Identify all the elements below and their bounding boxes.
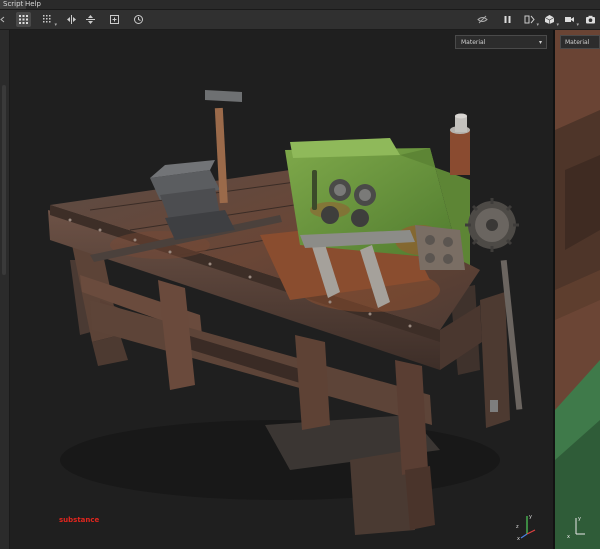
uv-axis-gizmo-icon: y x xyxy=(567,516,585,540)
uv-channel-select[interactable]: Material xyxy=(560,35,600,49)
svg-text:x: x xyxy=(517,536,520,540)
screenshot-icon[interactable] xyxy=(583,12,598,27)
camera-video-icon[interactable]: ▾ xyxy=(562,12,579,28)
grid-view-icon[interactable] xyxy=(16,12,31,27)
chevron-down-icon: ▾ xyxy=(538,39,542,46)
axis-gizmo-icon: y z x xyxy=(516,514,536,540)
2d-uv-viewport[interactable]: Material y x xyxy=(555,30,600,549)
svg-text:x: x xyxy=(567,534,570,540)
uv-texture-preview xyxy=(555,30,600,549)
fit-view-icon[interactable] xyxy=(107,12,122,27)
main-channel-select[interactable]: Material ▾ xyxy=(455,35,547,49)
flip-horizontal-icon[interactable] xyxy=(64,12,79,27)
substance-logo: substance xyxy=(59,516,100,524)
menu-help[interactable]: Help xyxy=(22,0,44,9)
menu-bar: Script Help xyxy=(0,0,600,10)
collapse-left-icon[interactable] xyxy=(0,12,6,27)
workbench-3d-model xyxy=(48,90,523,535)
3d-viewport[interactable]: Material ▾ substance y z x xyxy=(10,30,553,549)
visibility-off-icon[interactable] xyxy=(475,12,490,27)
svg-text:z: z xyxy=(516,524,519,530)
history-icon[interactable] xyxy=(131,12,146,27)
cube-view-icon[interactable]: ▾ xyxy=(542,12,559,28)
main-channel-select-value: Material xyxy=(461,39,486,46)
grid-options-icon[interactable]: ▾ xyxy=(40,12,57,28)
left-scrollbar[interactable] xyxy=(2,85,6,275)
left-panel-strip xyxy=(0,30,10,549)
flip-vertical-icon[interactable] xyxy=(83,12,98,27)
pause-icon[interactable] xyxy=(500,12,515,27)
viewport-toolbar: ▾ ▾ ▾ ▾ xyxy=(0,10,600,30)
render-options-icon[interactable]: ▾ xyxy=(522,12,539,28)
svg-text:y: y xyxy=(578,516,581,522)
svg-text:y: y xyxy=(529,514,532,520)
uv-channel-select-value: Material xyxy=(565,39,590,46)
